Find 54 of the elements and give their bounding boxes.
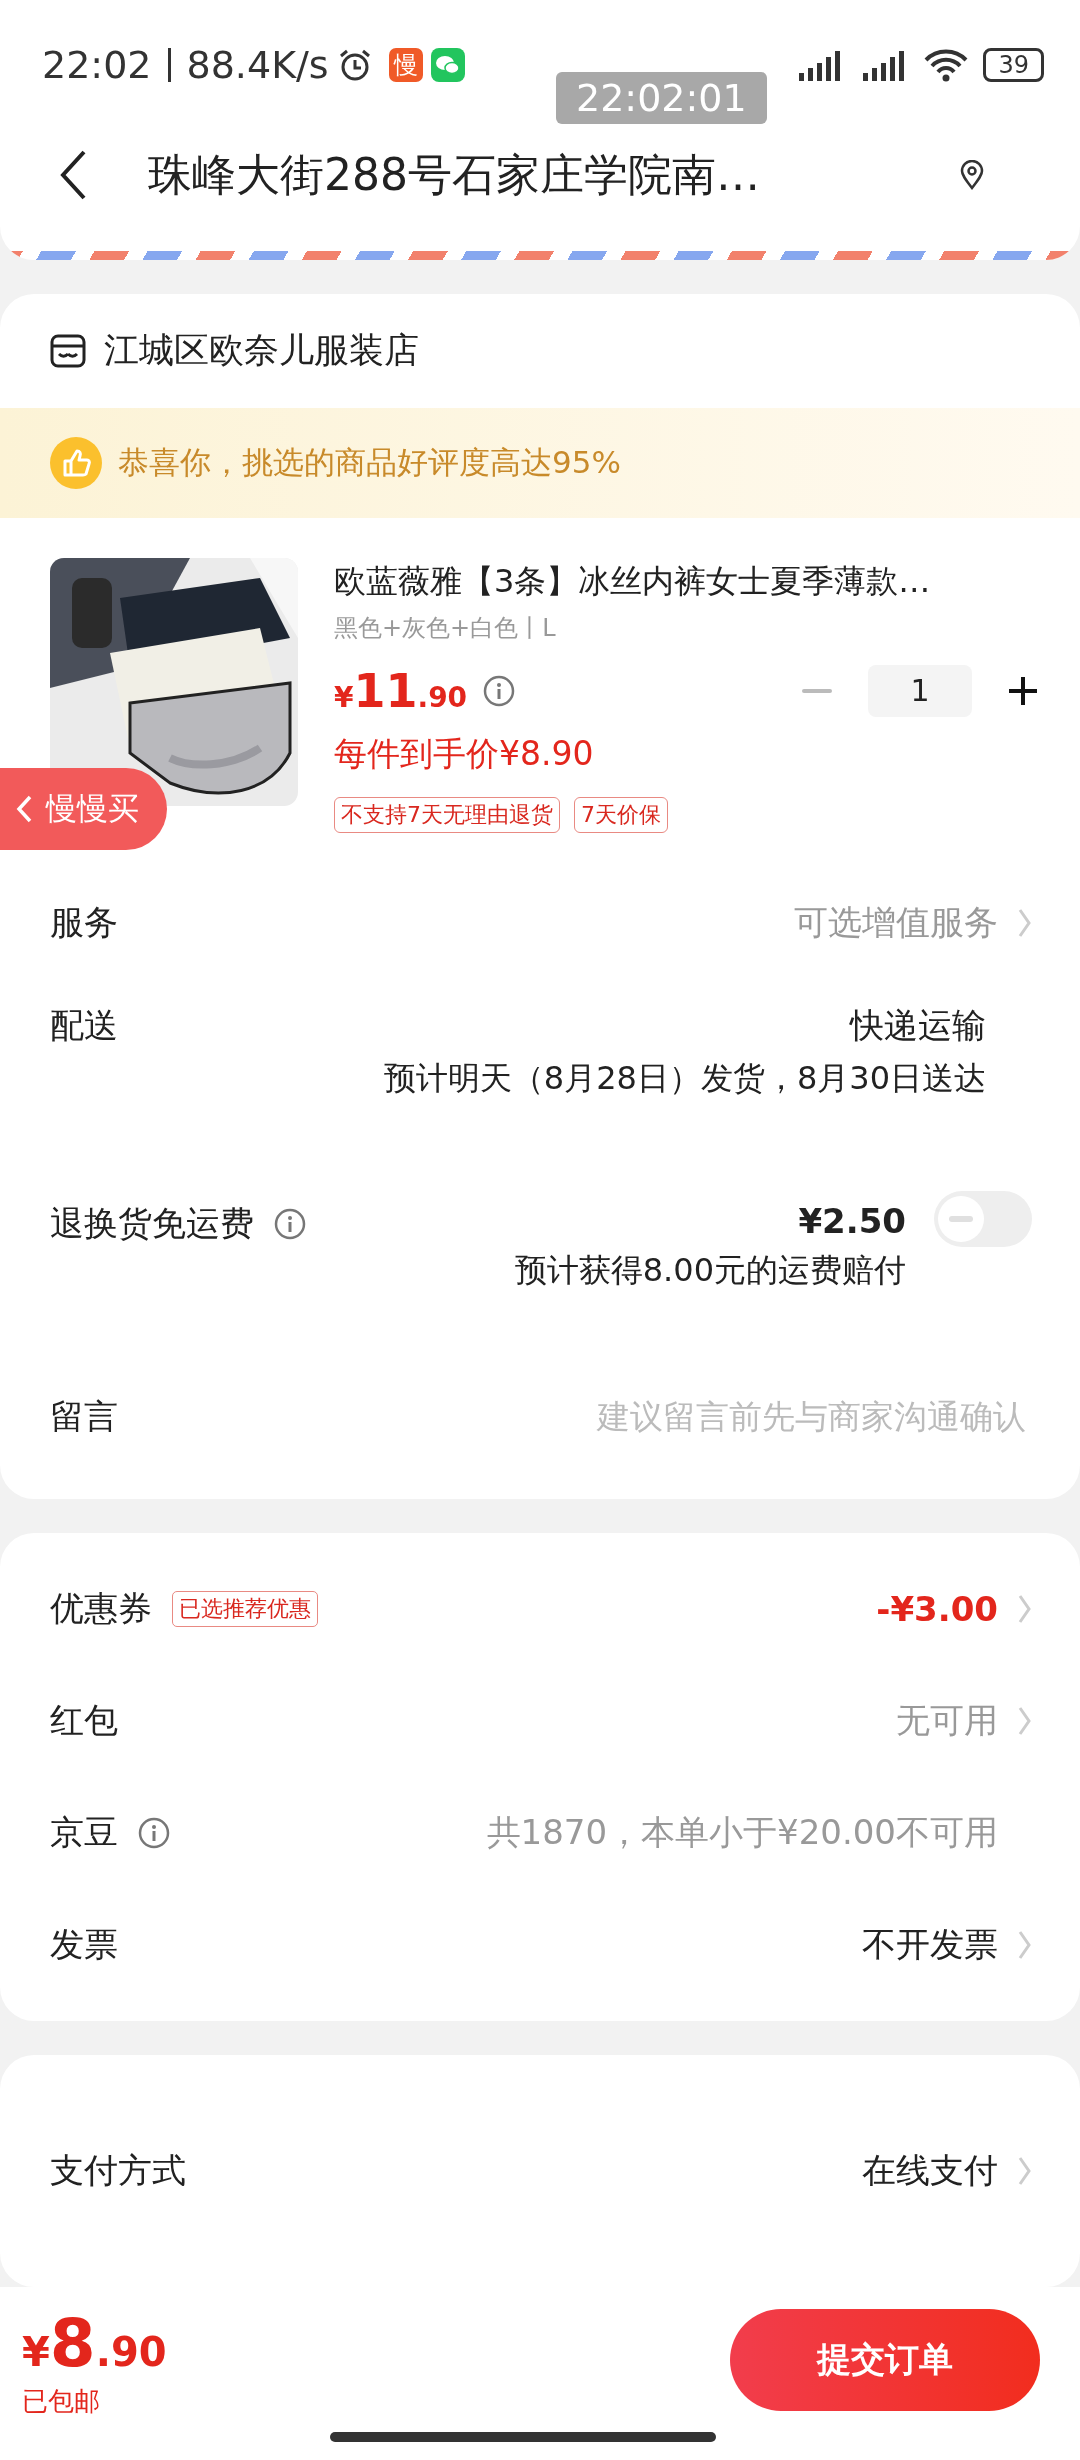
row-label: 红包 bbox=[50, 1698, 118, 1742]
row-value[interactable]: 不开发票 bbox=[862, 1921, 998, 1968]
info-icon[interactable] bbox=[483, 674, 516, 707]
row-label: 服务 bbox=[50, 900, 118, 944]
fee-amount: ¥2.50 bbox=[798, 1200, 906, 1241]
info-icon[interactable] bbox=[138, 1816, 170, 1849]
back-icon[interactable] bbox=[58, 149, 88, 201]
chevron-right-icon[interactable] bbox=[1018, 907, 1032, 938]
compensation-note: 预计获得8.00元的运费赔付 bbox=[514, 1249, 906, 1291]
chevron-left-icon bbox=[16, 794, 32, 823]
message-input[interactable]: 建议留言前先与商家沟通确认 bbox=[504, 1396, 1028, 1438]
row-value[interactable]: -¥3.00 bbox=[876, 1588, 998, 1629]
app-badge: 慢 bbox=[388, 48, 423, 82]
service-tag: 7天价保 bbox=[574, 796, 668, 833]
chevron-right-icon[interactable] bbox=[1018, 1705, 1032, 1736]
row-label: 京豆 bbox=[50, 1810, 118, 1854]
product-price: ¥11.90 bbox=[334, 663, 468, 718]
product-title[interactable]: 欧蓝薇雅【3条】冰丝内裤女士夏季薄款… bbox=[334, 559, 1038, 604]
chevron-right-icon[interactable] bbox=[1018, 1929, 1032, 1960]
chevron-right-icon[interactable] bbox=[1018, 2155, 1032, 2186]
chevron-right-icon[interactable] bbox=[1018, 1593, 1032, 1624]
row-label: 配送 bbox=[50, 1003, 118, 1047]
store-icon bbox=[50, 333, 86, 368]
row-label: 留言 bbox=[50, 1394, 118, 1438]
row-label: 退换货免运费 bbox=[50, 1201, 254, 1245]
coupon-tag: 已选推荐优惠 bbox=[172, 1590, 318, 1627]
row-label: 发票 bbox=[50, 1922, 118, 1966]
info-icon[interactable] bbox=[274, 1207, 306, 1240]
row-label: 优惠券 bbox=[50, 1586, 152, 1630]
wifi-icon bbox=[923, 48, 970, 82]
product-spec: 黑色+灰色+白色丨L bbox=[334, 612, 557, 644]
thumbs-up-icon bbox=[50, 436, 102, 489]
submit-order-button[interactable]: 提交订单 bbox=[730, 2308, 1040, 2411]
delivery-method[interactable]: 快递运输 bbox=[850, 1002, 986, 1049]
store-name[interactable]: 江城区欧奈儿服装店 bbox=[104, 327, 419, 375]
banner-text: 恭喜你，挑选的商品好评度高达95% bbox=[118, 442, 621, 482]
plus-icon[interactable] bbox=[1008, 675, 1038, 706]
row-label: 支付方式 bbox=[50, 2148, 186, 2192]
chat-app-icon bbox=[430, 48, 465, 82]
minus-icon[interactable] bbox=[802, 687, 832, 694]
shipping-note: 已包邮 bbox=[22, 2384, 101, 2418]
delivery-estimate: 预计明天（8月28日）发货，8月30日送达 bbox=[383, 1057, 986, 1099]
quantity-field[interactable]: 1 bbox=[868, 664, 972, 717]
battery-indicator: 39 bbox=[983, 48, 1044, 82]
location-pin-icon[interactable] bbox=[960, 160, 984, 190]
service-tag: 不支持7天无理由退货 bbox=[334, 796, 560, 833]
row-value[interactable]: 在线支付 bbox=[862, 2147, 998, 2194]
time-toast: 22:02:01 bbox=[556, 72, 767, 124]
status-time: 22:02 bbox=[42, 43, 152, 87]
unit-price: 每件到手价¥8.90 bbox=[334, 732, 595, 775]
row-value: 共1870，本单小于¥20.00不可用 bbox=[486, 1810, 998, 1854]
total-price: ¥8.90 bbox=[22, 2304, 168, 2382]
address-title[interactable]: 珠峰大街288号石家庄学院南… bbox=[148, 145, 960, 205]
network-speed: 88.4K/s bbox=[186, 43, 329, 87]
